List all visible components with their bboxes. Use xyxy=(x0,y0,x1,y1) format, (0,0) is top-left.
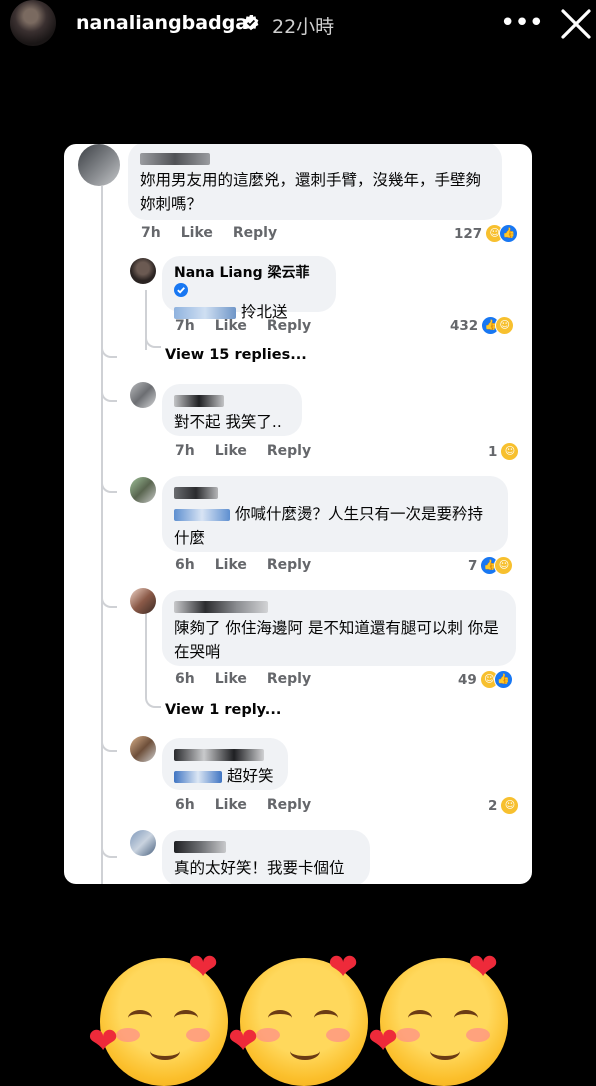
like-button[interactable]: Like xyxy=(215,557,247,573)
commenter-avatar[interactable] xyxy=(130,830,156,856)
comment-actions: 7h Like Reply xyxy=(175,318,331,334)
haha-reaction-icon: ☺ xyxy=(494,556,514,575)
commenter-name-blurred xyxy=(174,838,358,856)
comment-bubble: 對不起 我笑了.. xyxy=(162,384,302,436)
thread-elbow xyxy=(101,380,117,402)
comment-text: 妳用男友用的這麼兇，還刺手臂，沒幾年，手壁夠妳刺嗎？ xyxy=(140,171,482,213)
commenter-name-blurred xyxy=(174,598,504,616)
reaction-count[interactable]: 432 👍 ☺ xyxy=(450,316,515,336)
thread-elbow xyxy=(101,584,117,608)
thread-elbow xyxy=(101,469,117,493)
comment-actions: 7h Like Reply xyxy=(141,225,297,241)
commenter-avatar[interactable] xyxy=(130,736,156,762)
reply-button[interactable]: Reply xyxy=(267,318,311,334)
like-button[interactable]: Like xyxy=(215,443,247,459)
thread-elbow xyxy=(101,834,117,858)
comment-time: 6h xyxy=(175,557,195,573)
comment-time: 6h xyxy=(175,671,195,687)
reply-button[interactable]: Reply xyxy=(233,225,277,241)
like-reaction-icon: 👍 xyxy=(499,224,519,243)
comment-text: 超好笑 xyxy=(226,767,274,785)
thread-elbow xyxy=(145,684,161,708)
commenter-name-blurred xyxy=(174,746,276,764)
like-button[interactable]: Like xyxy=(215,671,247,687)
reaction-count[interactable]: 49 ☺ 👍 xyxy=(458,670,513,690)
haha-reaction-icon: ☺ xyxy=(500,442,520,461)
comment-time: 7h xyxy=(141,225,161,241)
commenter-name-blurred xyxy=(174,392,290,410)
reply-button[interactable]: Reply xyxy=(267,557,311,573)
comment-text: 對不起 我笑了.. xyxy=(174,413,282,431)
comment-bubble: 真的太好笑！我要卡個位 xyxy=(162,830,370,884)
like-button[interactable]: Like xyxy=(215,318,247,334)
reply-avatar[interactable] xyxy=(130,258,156,284)
haha-reaction-icon: ☺ xyxy=(495,316,515,335)
comment-actions: 6h Like Reply xyxy=(175,557,331,573)
story-header: nanaliangbadgal 22小時 ••• xyxy=(0,0,596,50)
haha-reaction-icon: ☺ xyxy=(500,796,520,815)
verified-badge-icon xyxy=(243,14,259,31)
thread-elbow xyxy=(145,324,161,348)
blurred-mention xyxy=(174,306,236,319)
reaction-count[interactable]: 127 ☺ 👍 xyxy=(454,224,519,244)
verified-badge-icon xyxy=(174,283,188,297)
commenter-avatar[interactable] xyxy=(130,477,156,503)
commenter-name-blurred xyxy=(140,150,490,168)
comment-bubble: 你喊什麼燙？人生只有一次是要矜持什麼 xyxy=(162,476,508,552)
commenter-avatar[interactable] xyxy=(130,382,156,408)
comment-text: 陳夠了 你住海邊阿 是不知道還有腿可以刺 你是在哭哨 xyxy=(174,619,499,661)
commenter-avatar[interactable] xyxy=(130,588,156,614)
smiling-face-with-hearts-icon: ❤ ❤ xyxy=(88,950,232,1086)
reaction-count[interactable]: 7 👍 ☺ xyxy=(468,556,514,576)
like-reaction-icon: 👍 xyxy=(493,670,513,689)
comment-time: 6h xyxy=(175,797,195,813)
blurred-mention xyxy=(174,770,222,783)
comment-bubble: 超好笑 xyxy=(162,738,288,790)
comment-actions: 7h Like Reply xyxy=(175,443,331,459)
comment-actions: 6h Like Reply xyxy=(175,797,331,813)
commenter-name-blurred xyxy=(174,484,496,502)
comment-time: 7h xyxy=(175,318,195,334)
close-icon[interactable] xyxy=(558,6,594,42)
view-replies-link[interactable]: View 15 replies... xyxy=(165,347,307,363)
like-button[interactable]: Like xyxy=(181,225,213,241)
reply-button[interactable]: Reply xyxy=(267,797,311,813)
view-replies-link[interactable]: View 1 reply... xyxy=(165,702,281,718)
comment-bubble: 陳夠了 你住海邊阿 是不知道還有腿可以刺 你是在哭哨 xyxy=(162,590,516,666)
thread-elbow xyxy=(101,722,117,752)
reply-button[interactable]: Reply xyxy=(267,671,311,687)
username[interactable]: nanaliangbadgal xyxy=(76,12,255,34)
comment-time: 7h xyxy=(175,443,195,459)
comment-screenshot: 妳用男友用的這麼兇，還刺手臂，沒幾年，手壁夠妳刺嗎？ 7h Like Reply 1… xyxy=(64,144,532,884)
reply-button[interactable]: Reply xyxy=(267,443,311,459)
commenter-avatar[interactable] xyxy=(78,144,120,186)
reaction-count[interactable]: 1 ☺ xyxy=(488,442,520,462)
more-dots-icon[interactable]: ••• xyxy=(500,8,544,38)
reaction-count[interactable]: 2 ☺ xyxy=(488,796,520,816)
like-button[interactable]: Like xyxy=(215,797,247,813)
thread-line xyxy=(101,186,103,884)
smiling-face-with-hearts-icon: ❤ ❤ xyxy=(368,950,512,1086)
profile-avatar[interactable] xyxy=(10,0,56,46)
post-time: 22小時 xyxy=(272,16,335,38)
comment-text: 真的太好笑！我要卡個位 xyxy=(174,859,345,877)
blurred-mention xyxy=(174,508,230,521)
comment-bubble: 妳用男友用的這麼兇，還刺手臂，沒幾年，手壁夠妳刺嗎？ xyxy=(128,144,502,220)
comment-actions: 6h Like Reply xyxy=(175,671,331,687)
smiling-face-with-hearts-icon: ❤ ❤ xyxy=(228,950,372,1086)
commenter-name: Nana Liang 梁云菲 xyxy=(174,264,324,300)
comment-bubble: Nana Liang 梁云菲 拎北送 xyxy=(162,256,336,321)
thread-elbow xyxy=(101,334,117,358)
